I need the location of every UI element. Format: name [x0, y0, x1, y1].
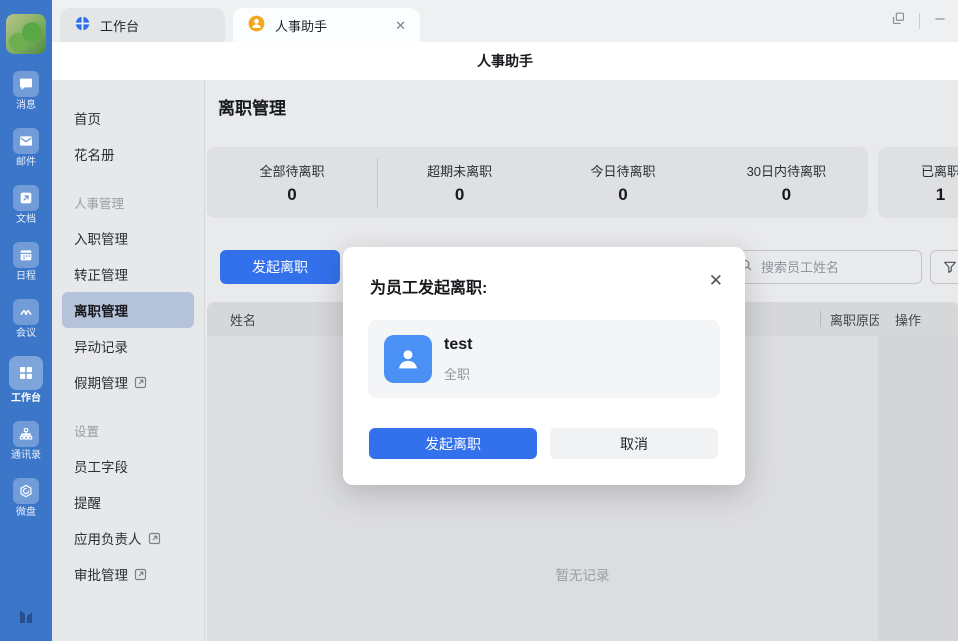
window-controls-divider: [919, 13, 920, 29]
stat-within-30-days: 30日内待离职 0: [705, 161, 868, 205]
tab-strip: 工作台 人事助手 ✕: [52, 0, 958, 42]
stat-resigned: 已离职 1: [921, 161, 958, 205]
chat-icon: [13, 71, 39, 97]
open-in-window-icon[interactable]: [890, 10, 907, 32]
rail-item-docs[interactable]: 文档: [2, 185, 50, 225]
search-input[interactable]: [759, 259, 899, 276]
workplace-compass-icon: [74, 15, 91, 35]
rail-item-calendar[interactable]: 日程: [2, 242, 50, 282]
brand-badge-icon[interactable]: [14, 603, 38, 627]
hr-assistant-icon: [247, 14, 266, 36]
employee-name: test: [444, 336, 472, 354]
workplace-grid-icon: [9, 356, 43, 390]
stats-card-resigned: 已离职 1: [878, 147, 958, 218]
sidebar-item-probation[interactable]: 转正管理: [52, 256, 204, 292]
page-title: 离职管理: [218, 94, 286, 119]
empty-state-text: 暂无记录: [207, 564, 958, 584]
employee-card: test 全职: [368, 320, 720, 398]
sidebar-item-transfer-records[interactable]: 异动记录: [52, 328, 204, 364]
employee-avatar: [384, 335, 432, 383]
column-resign-reason: 离职原因: [830, 302, 879, 336]
initiate-resignation-dialog: 为员工发起离职: ✕ test 全职 发起离职 取消: [343, 247, 745, 485]
sidebar-item-employee-fields[interactable]: 员工字段: [52, 448, 204, 484]
meeting-icon: [13, 299, 39, 325]
fixed-column-shade: [878, 302, 958, 641]
rail-item-meetings[interactable]: 会议: [2, 299, 50, 339]
tab-label: 工作台: [100, 16, 139, 35]
confirm-initiate-button[interactable]: 发起离职: [369, 428, 537, 459]
minimize-icon[interactable]: [932, 11, 948, 32]
app-window: 消息 邮件 文档 日程 会议: [0, 0, 958, 641]
sidebar-section-settings: 设置: [52, 412, 204, 448]
rail-item-mail[interactable]: 邮件: [2, 128, 50, 168]
sidebar-nav: 首页 花名册 人事管理 入职管理 转正管理 离职管理 异动记录 假期管理 设置 …: [52, 80, 205, 641]
sidebar-section-hr: 人事管理: [52, 184, 204, 220]
sidebar-item-approval-management[interactable]: 审批管理: [52, 556, 204, 592]
mail-icon: [13, 128, 39, 154]
docs-icon: [13, 185, 39, 211]
close-icon[interactable]: ✕: [709, 272, 723, 289]
sidebar-item-resignation[interactable]: 离职管理: [62, 292, 194, 328]
tab-label: 人事助手: [275, 16, 327, 35]
sidebar-item-reminders[interactable]: 提醒: [52, 484, 204, 520]
sidebar-item-roster[interactable]: 花名册: [52, 136, 204, 172]
employee-type: 全职: [444, 364, 470, 383]
sidebar-item-home[interactable]: 首页: [52, 100, 204, 136]
external-link-icon: [134, 376, 147, 389]
tab-hr-assistant[interactable]: 人事助手 ✕: [233, 8, 420, 42]
tab-workplace[interactable]: 工作台: [60, 8, 225, 42]
employee-search[interactable]: [730, 250, 922, 284]
stat-all-pending: 全部待离职 0: [207, 161, 377, 205]
external-link-icon: [134, 568, 147, 581]
stat-overdue: 超期未离职 0: [377, 158, 541, 208]
app-title: 人事助手: [477, 51, 533, 71]
external-link-icon: [148, 532, 161, 545]
calendar-icon: [13, 242, 39, 268]
stat-today: 今日待离职 0: [541, 161, 704, 205]
window-controls: [890, 0, 948, 42]
drive-icon: [13, 478, 39, 504]
column-divider: [820, 311, 821, 327]
contacts-icon: [13, 421, 39, 447]
filter-button[interactable]: [930, 250, 958, 284]
stats-card-pending: 全部待离职 0 超期未离职 0 今日待离职 0 30日内待离职 0: [207, 147, 868, 218]
sidebar-item-leave-management[interactable]: 假期管理: [52, 364, 204, 400]
rail-item-workplace[interactable]: 工作台: [2, 356, 50, 404]
dialog-title: 为员工发起离职:: [370, 274, 487, 298]
rail-item-messages[interactable]: 消息: [2, 71, 50, 111]
user-avatar[interactable]: [6, 14, 46, 54]
column-actions: 操作: [895, 302, 921, 336]
cancel-button[interactable]: 取消: [550, 428, 718, 459]
initiate-resignation-button[interactable]: 发起离职: [220, 250, 340, 284]
rail-item-drive[interactable]: 微盘: [2, 478, 50, 518]
tab-close-icon[interactable]: ✕: [395, 19, 406, 32]
column-name: 姓名: [230, 302, 256, 336]
rail-item-contacts[interactable]: 通讯录: [2, 421, 50, 461]
sidebar-item-onboarding[interactable]: 入职管理: [52, 220, 204, 256]
app-title-bar: 人事助手: [52, 42, 958, 80]
sidebar-item-app-owner[interactable]: 应用负责人: [52, 520, 204, 556]
app-rail: 消息 邮件 文档 日程 会议: [0, 0, 52, 641]
